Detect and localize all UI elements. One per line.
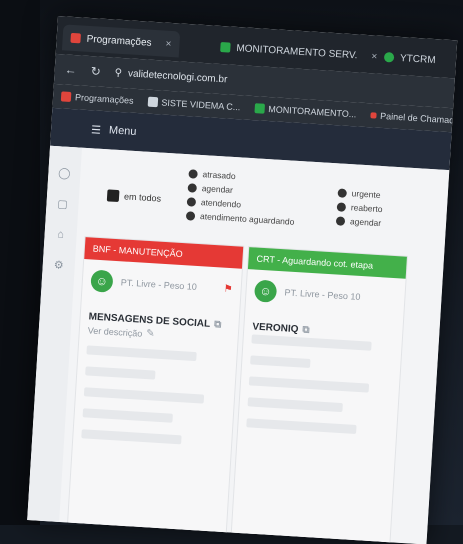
status-dot-icon (336, 201, 347, 212)
doc-favicon-icon (147, 96, 158, 108)
site-info-icon[interactable]: ⚲ (114, 67, 122, 78)
text-line (247, 397, 343, 413)
legend-item: atendimento aguardando (185, 210, 295, 227)
tab-label: YTCRM (399, 52, 436, 66)
menu-icon[interactable]: ☰ (91, 123, 102, 137)
status-legend: em todos atrasado agendar atendendo aten… (85, 158, 449, 250)
legend-list-left: atrasado agendar atendendo atendimento a… (185, 168, 298, 227)
reload-icon[interactable]: ↻ (90, 64, 101, 79)
card-title: VERONIQ (252, 321, 299, 336)
text-line (250, 355, 311, 369)
app-favicon-icon (70, 32, 81, 44)
url-text: validetecnologi.com.br (127, 67, 228, 85)
status-dot-icon (337, 187, 348, 198)
kanban-column-aguardando: CRT - Aguardando cot. etapa ☺ PT. Livre … (229, 246, 409, 544)
bookmark-label: SISTE VIDEMA C... (161, 97, 241, 113)
text-line (85, 366, 156, 380)
home-icon[interactable]: ⌂ (57, 228, 64, 240)
back-icon[interactable]: ← (64, 63, 77, 78)
main-content: ◯ ▢ ⌂ ⚙ em todos atrasado agendar atende… (27, 145, 450, 544)
legend-item: urgente (337, 187, 383, 200)
copy-icon[interactable]: ⧉ (302, 325, 310, 336)
legend-item: reaberto (336, 201, 383, 214)
tab-programacoes[interactable]: Programações × (61, 24, 181, 58)
tab-label: Programações (86, 33, 152, 49)
filter-icon (106, 189, 120, 203)
copy-icon[interactable]: ⧉ (214, 319, 222, 330)
close-icon[interactable]: × (165, 38, 172, 49)
legend-filter-chip[interactable]: em todos (106, 189, 162, 204)
legend-item: agendar (335, 215, 382, 228)
tab-ytcrm[interactable]: YTCRM (375, 44, 444, 74)
text-line (83, 387, 205, 404)
bookmark-painel[interactable]: Painel de Chamad... (370, 110, 457, 126)
avatar-icon: ☺ (253, 279, 278, 303)
crm-favicon-icon (383, 51, 395, 63)
bookmark-programacoes[interactable]: Programações (60, 91, 134, 106)
status-dot-icon (335, 215, 346, 226)
bookmark-favicon-icon (370, 112, 377, 119)
legend-chip-label: em todos (123, 191, 162, 204)
legend-list-right: urgente reaberto agendar (335, 187, 384, 228)
card-meta: PT. Livre - Peso 10 (120, 277, 198, 292)
edit-icon[interactable]: ✎ (146, 328, 155, 339)
status-dot-icon (186, 196, 197, 207)
address-bar[interactable]: ⚲ validetecnologi.com.br (114, 67, 227, 85)
card-meta: PT. Livre - Peso 10 (284, 287, 361, 302)
card-subtitle: Ver descrição (87, 324, 143, 339)
text-line (86, 345, 197, 362)
text-line (82, 408, 173, 423)
tab-label: MONITORAMENTO SERV. (236, 42, 358, 61)
sheet-favicon-icon (253, 103, 265, 114)
bookmark-siste[interactable]: SISTE VIDEMA C... (147, 96, 241, 113)
browser-window: Programações × MONITORAMENTO SERV. × YTC… (27, 16, 458, 544)
calendar-icon[interactable]: ▢ (57, 197, 68, 211)
avatar-icon: ☺ (90, 269, 114, 293)
user-icon[interactable]: ◯ (58, 166, 71, 180)
bookmark-label: MONITORAMENTO... (267, 104, 357, 120)
settings-icon[interactable]: ⚙ (53, 258, 64, 272)
app-favicon-icon (60, 91, 72, 102)
menu-label[interactable]: Menu (109, 124, 137, 138)
sheet-favicon-icon (220, 41, 231, 53)
bookmark-label: Programações (74, 92, 134, 106)
status-dot-icon (185, 210, 196, 221)
text-line (248, 376, 370, 393)
status-dot-icon (187, 182, 198, 193)
bookmark-label: Painel de Chamad... (379, 110, 458, 126)
text-line (246, 418, 357, 434)
text-line (81, 429, 182, 445)
kanban-column-manutencao: BNF - MANUTENÇÃO ☺ PT. Livre - Peso 10 ⚑… (66, 236, 245, 544)
bookmark-monitoramento[interactable]: MONITORAMENTO... (253, 103, 357, 120)
status-dot-icon (188, 168, 198, 179)
flag-icon[interactable]: ⚑ (223, 283, 233, 295)
